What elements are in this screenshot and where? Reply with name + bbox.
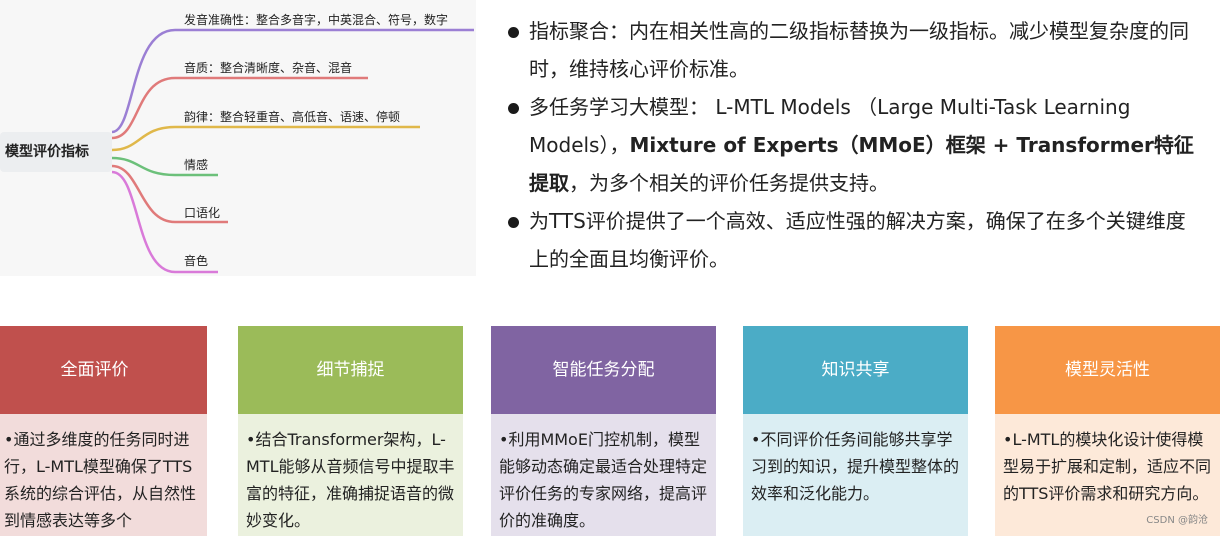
card-text: •结合Transformer架构，L-MTL能够从音频信号中提取丰富的特征，准确…: [238, 414, 463, 536]
branch-label-pronunciation: 发音准确性：整合多音字，中英混合、符号，数字: [184, 13, 449, 27]
bullet-dot: [508, 103, 519, 114]
branch-label-prosody: 韵律：整合轻重音、高低音、语速、停顿: [184, 110, 401, 124]
card-title: 智能任务分配: [491, 326, 716, 414]
bullet-dot: [508, 217, 519, 228]
branch-line-prosody: [111, 125, 420, 152]
card-text: •通过多维度的任务同时进行，L-MTL模型确保了TTS系统的综合评估，从自然性到…: [0, 414, 207, 536]
card-text: •不同评价任务间能够共享学习到的知识，提升模型整体的效率和泛化能力。: [743, 414, 968, 536]
card-text: •利用MMoE门控机制，模型能够动态确定最适合处理特定评价任务的专家网络，提高评…: [491, 414, 716, 536]
bullet-item: 为TTS评价提供了一个高效、适应性强的解决方案，确保了在多个关键维度上的全面且均…: [505, 202, 1205, 278]
branch-label-audio-quality: 音质：整合清晰度、杂音、混音: [184, 61, 353, 75]
bullet-text: 为TTS评价提供了一个高效、适应性强的解决方案，确保了在多个关键维度上的全面且均…: [529, 209, 1186, 271]
branch-label-emotion: 情感: [184, 158, 209, 172]
bullet-item: 多任务学习大模型： L-MTL Models （Large Multi-Task…: [505, 88, 1205, 202]
card-comprehensive-evaluation: 全面评价 •通过多维度的任务同时进行，L-MTL模型确保了TTS系统的综合评估，…: [0, 326, 207, 536]
card-detail-capture: 细节捕捉 •结合Transformer架构，L-MTL能够从音频信号中提取丰富的…: [238, 326, 463, 536]
card-model-flexibility: 模型灵活性 •L-MTL的模块化设计使得模型易于扩展和定制，适应不同的TTS评价…: [995, 326, 1220, 536]
card-title: 模型灵活性: [995, 326, 1220, 414]
summary-bullets: 指标聚合：内在相关性高的二级指标替换为一级指标。减少模型复杂度的同时，维持核心评…: [505, 12, 1205, 278]
card-task-allocation: 智能任务分配 •利用MMoE门控机制，模型能够动态确定最适合处理特定评价任务的专…: [491, 326, 716, 536]
card-title: 知识共享: [743, 326, 968, 414]
branch-label-timbre: 音色: [184, 254, 209, 268]
mind-map-root: 模型评价指标: [0, 132, 112, 172]
bullet-text: 指标聚合：内在相关性高的二级指标替换为一级指标。减少模型复杂度的同时，维持核心评…: [529, 19, 1189, 81]
bullet-text-post: ，为多个相关的评价任务提供支持。: [569, 171, 889, 195]
watermark: CSDN @韵沧: [1146, 515, 1208, 526]
card-knowledge-sharing: 知识共享 •不同评价任务间能够共享学习到的知识，提升模型整体的效率和泛化能力。: [743, 326, 968, 536]
branch-label-colloquial: 口语化: [184, 206, 221, 220]
card-title: 全面评价: [0, 326, 207, 414]
bullet-dot: [508, 27, 519, 38]
mind-map: 模型评价指标 发音准确性：整合多音字，中英混合、符号，数字 音质：整合清晰度、杂…: [0, 0, 476, 276]
card-title: 细节捕捉: [238, 326, 463, 414]
bullet-item: 指标聚合：内在相关性高的二级指标替换为一级指标。减少模型复杂度的同时，维持核心评…: [505, 12, 1205, 88]
